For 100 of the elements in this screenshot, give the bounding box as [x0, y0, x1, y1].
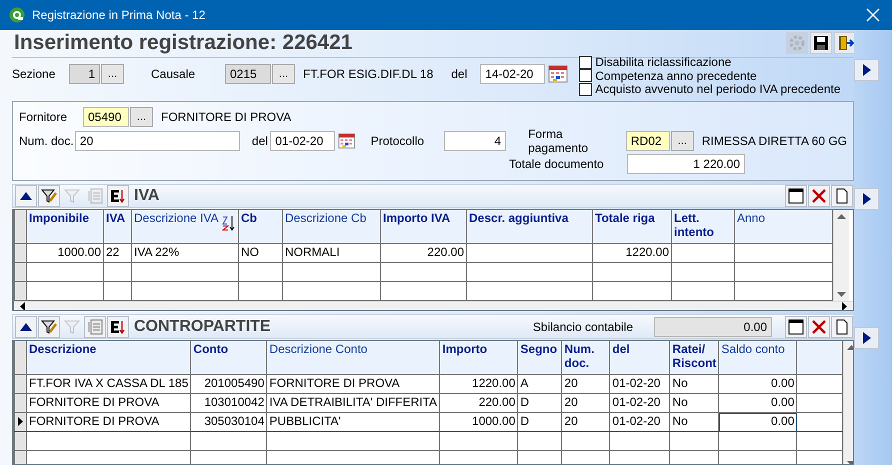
lookup-button[interactable]: ... — [272, 64, 295, 84]
input-field[interactable]: 14-02-20 — [480, 64, 546, 84]
window-button[interactable] — [785, 184, 807, 207]
new-button[interactable] — [831, 184, 853, 207]
table-row[interactable]: FORNITORE DI PROVA 305030104 PUBBLICITA' 1000.00 D 20 01-02-20 No 0.00 — [14, 412, 843, 432]
input-field[interactable]: 0215 — [225, 64, 271, 84]
calendar-icon[interactable] — [338, 130, 356, 151]
scroll-right-icon[interactable] — [842, 302, 847, 310]
table-cell: 201005490 — [190, 374, 267, 394]
expand-button[interactable] — [854, 188, 879, 210]
column-header[interactable]: Cb — [238, 210, 282, 244]
app-icon — [9, 7, 25, 23]
column-header[interactable]: Descrizione Conto — [266, 341, 440, 375]
table-cell: 0.00 — [718, 374, 797, 394]
close-icon[interactable] — [866, 8, 880, 22]
scroll-up-icon[interactable] — [847, 345, 853, 350]
description-text: RIMESSA DIRETTA 60 GG — [702, 134, 848, 148]
column-header[interactable]: IVA — [104, 210, 132, 244]
table-row[interactable]: FORNITORE DI PROVA 103010042 IVA DETRAIBILITA' DIFFERITA 220.00 D 20 01-02-20 No 0.00 — [14, 394, 843, 413]
sort-button[interactable] — [107, 184, 129, 207]
exit-button[interactable] — [834, 32, 856, 54]
lookup-button[interactable]: ... — [670, 130, 694, 151]
input-field[interactable]: 05490 — [83, 106, 129, 127]
save-button[interactable] — [810, 32, 832, 54]
up-button[interactable] — [15, 184, 37, 207]
up-button[interactable] — [15, 316, 37, 338]
column-header[interactable]: Conto — [190, 341, 267, 375]
column-header[interactable]: Totale riga — [592, 210, 672, 244]
table-cell: 01-02-20 — [610, 374, 670, 394]
column-header[interactable]: Descrizione — [26, 341, 191, 375]
table-cell: FORNITORE DI PROVA — [26, 394, 191, 413]
column-header[interactable]: Importo — [440, 341, 518, 375]
input-field[interactable]: 4 — [444, 130, 506, 151]
delete-button[interactable] — [808, 316, 830, 338]
column-header[interactable]: Descr. aggiuntiva — [466, 210, 592, 244]
save-icon — [812, 34, 830, 52]
column-header[interactable]: Saldo conto — [718, 341, 797, 375]
table-cell: NO — [238, 244, 282, 263]
input-field[interactable]: 1 220.00 — [627, 154, 745, 174]
expand-button[interactable] — [854, 327, 879, 349]
scroll-up-icon[interactable] — [837, 214, 846, 220]
table-cell: No — [670, 374, 719, 394]
table-cell: 20 — [562, 412, 610, 432]
lookup-button[interactable]: ... — [130, 106, 153, 127]
column-header[interactable]: del — [610, 341, 670, 375]
scrollbar[interactable] — [14, 301, 853, 310]
sort-button[interactable] — [107, 316, 129, 338]
checkbox-label: Acquisto avvenuto nel periodo IVA precedente — [595, 82, 841, 96]
table-cell: D — [518, 412, 562, 432]
scrollbar[interactable] — [833, 210, 849, 302]
delete-button[interactable] — [808, 184, 830, 207]
close-icon — [810, 318, 828, 336]
column-header[interactable]: Segno — [518, 341, 562, 375]
column-header[interactable]: Ratei/ Riscont — [670, 341, 719, 375]
column-header[interactable]: Descrizione Cb — [282, 210, 380, 244]
balance-field[interactable]: 0.00 — [654, 316, 772, 337]
table-cell: IVA 22% — [132, 244, 238, 263]
field-label: Sezione — [12, 66, 56, 81]
checkbox[interactable] — [579, 69, 592, 82]
field-label: Forma pagamento — [528, 126, 590, 155]
checkbox[interactable] — [579, 56, 592, 69]
settings-icon — [788, 34, 806, 52]
column-header[interactable]: Anno — [734, 210, 832, 244]
new-button[interactable] — [831, 316, 853, 338]
window-icon — [787, 186, 805, 205]
table-cell: 1220.00 — [592, 244, 672, 263]
column-header[interactable]: Importo IVA — [380, 210, 466, 244]
column-header[interactable]: Imponibile — [26, 210, 104, 244]
table-cell: 20 — [562, 394, 610, 413]
lookup-button[interactable]: ... — [101, 64, 124, 84]
list-icon — [86, 318, 104, 336]
table-row[interactable]: 1000.00 22 IVA 22% NO NORMALI 220.00 1220.00 — [14, 244, 832, 263]
table-row[interactable]: FT.FOR IVA X CASSA DL 185 201005490 FORNITORE DI PROVA 1220.00 A 20 01-02-20 No 0.00 — [14, 374, 843, 394]
scroll-left-icon[interactable] — [20, 302, 25, 310]
expand-button[interactable] — [854, 59, 879, 81]
sort-icon[interactable] — [222, 215, 236, 232]
input-field[interactable]: RD02 — [626, 130, 670, 151]
table-cell: 103010042 — [190, 394, 267, 413]
calendar-icon[interactable] — [548, 64, 568, 84]
balance-label: Sbilancio contabile — [532, 320, 633, 334]
column-header[interactable]: Num. doc. — [562, 341, 610, 375]
field-label: Fornitore — [19, 110, 68, 124]
section-title: IVA — [134, 186, 160, 205]
table-cell: 0.00 — [718, 412, 797, 432]
table-cell: 220.00 — [440, 394, 518, 413]
input-field[interactable]: 20 — [74, 130, 240, 151]
exit-icon — [836, 34, 854, 52]
field-label: Protocollo — [370, 134, 426, 148]
list-button[interactable] — [84, 316, 106, 338]
scroll-down-icon[interactable] — [837, 292, 846, 298]
checkbox-label: Competenza anno precedente — [595, 68, 757, 83]
window-button[interactable] — [785, 316, 807, 338]
filter-edit-button[interactable] — [38, 316, 60, 338]
checkbox[interactable] — [579, 82, 592, 96]
input-field[interactable]: 1 — [69, 64, 100, 84]
input-field[interactable]: 01-02-20 — [270, 130, 336, 151]
table-cell: 1220.00 — [440, 374, 518, 394]
table-cell: A — [518, 374, 562, 394]
filter-edit-button[interactable] — [38, 184, 60, 207]
column-header[interactable]: Lett. intento — [672, 210, 734, 244]
